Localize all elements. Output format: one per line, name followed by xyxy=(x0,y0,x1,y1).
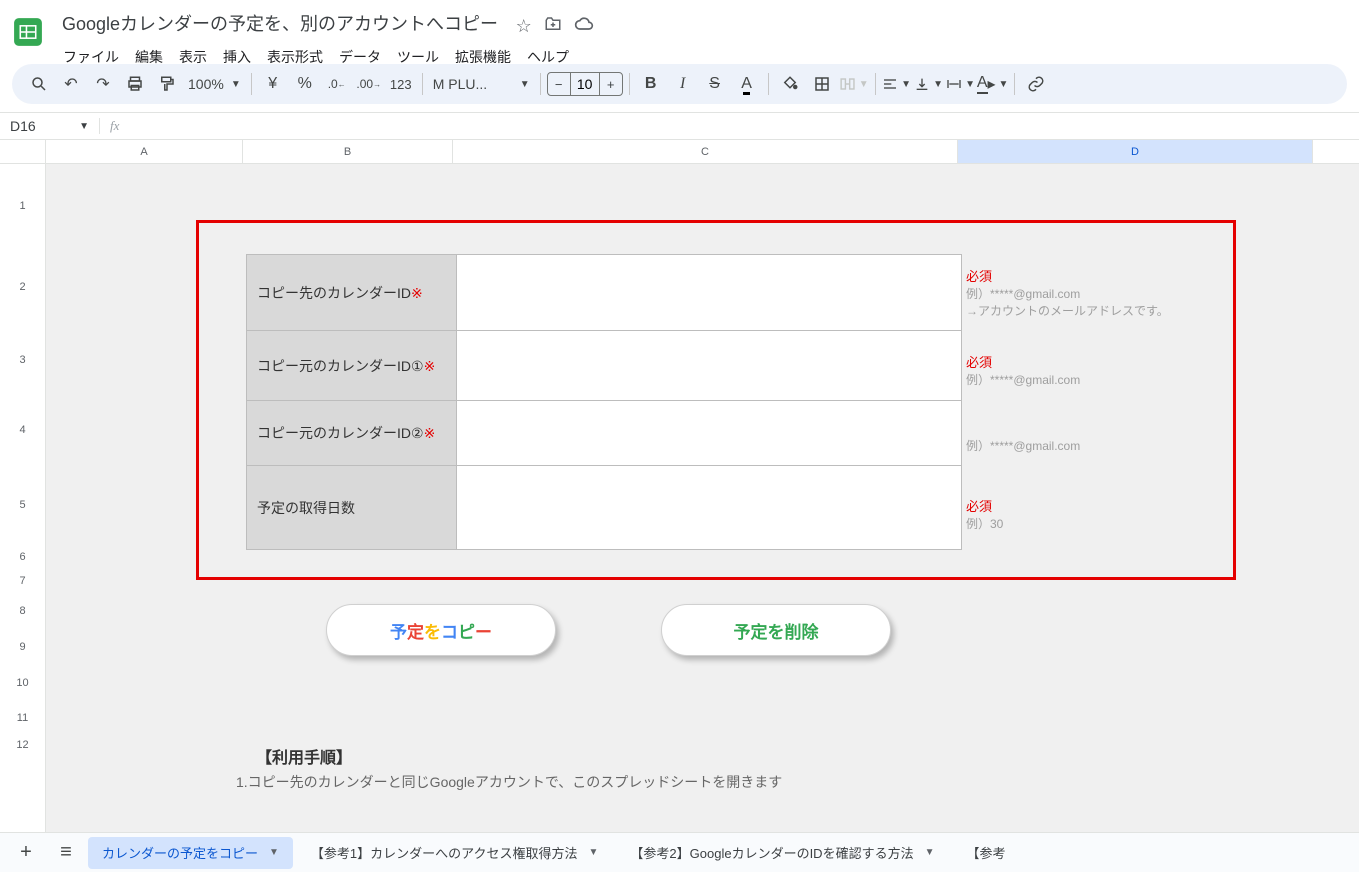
formula-bar: D16▼ fx xyxy=(0,112,1359,140)
usage-heading: 【利用手順】 xyxy=(256,744,352,768)
add-sheet-button[interactable]: + xyxy=(8,837,44,869)
merge-cells-icon[interactable]: ▼ xyxy=(839,69,869,99)
font-size-decrease[interactable]: − xyxy=(548,77,570,92)
font-size-increase[interactable]: + xyxy=(600,77,622,92)
search-icon[interactable] xyxy=(24,69,54,99)
delete-events-button[interactable]: 予定を削除 xyxy=(661,604,891,656)
note-src1: 必須 例）*****@gmail.com xyxy=(966,354,1080,389)
decrease-decimal-icon[interactable]: .0← xyxy=(322,69,352,99)
move-icon[interactable] xyxy=(544,15,562,38)
copy-events-button[interactable]: 予定をコピー xyxy=(326,604,556,656)
sheet-tabs: + ≡ カレンダーの予定をコピー▼ 【参考1】カレンダーへのアクセス権取得方法▼… xyxy=(0,832,1359,872)
format-percent[interactable]: % xyxy=(290,69,320,99)
format-currency[interactable]: ¥ xyxy=(258,69,288,99)
column-header[interactable]: B xyxy=(243,140,453,163)
column-header[interactable]: A xyxy=(46,140,243,163)
halign-icon[interactable]: ▼ xyxy=(882,69,912,99)
row-header[interactable]: 12 xyxy=(0,735,45,755)
row-header[interactable]: 6 xyxy=(0,545,45,569)
sheet-tab-active[interactable]: カレンダーの予定をコピー▼ xyxy=(88,837,293,869)
select-all-corner[interactable] xyxy=(0,140,45,164)
font-family-select[interactable]: M PLU...▼ xyxy=(429,76,534,92)
strikethrough-icon[interactable]: S xyxy=(700,69,730,99)
menu-edit[interactable]: 編集 xyxy=(128,43,170,71)
row-header[interactable]: 9 xyxy=(0,629,45,665)
valign-icon[interactable]: ▼ xyxy=(914,69,944,99)
fill-color-icon[interactable] xyxy=(775,69,805,99)
row-header[interactable]: 11 xyxy=(0,701,45,735)
print-icon[interactable] xyxy=(120,69,150,99)
input-src-calendar-1[interactable] xyxy=(457,331,962,401)
menu-file[interactable]: ファイル xyxy=(56,43,126,71)
insert-link-icon[interactable] xyxy=(1021,69,1051,99)
column-header[interactable]: C xyxy=(453,140,958,163)
borders-icon[interactable] xyxy=(807,69,837,99)
font-size-input[interactable] xyxy=(570,73,600,95)
menu-insert[interactable]: 挿入 xyxy=(216,43,258,71)
sheet-tab-ref3[interactable]: 【参考 xyxy=(952,837,1019,869)
all-sheets-button[interactable]: ≡ xyxy=(48,837,84,869)
paint-format-icon[interactable] xyxy=(152,69,182,99)
menu-view[interactable]: 表示 xyxy=(172,43,214,71)
sheet-tab-ref1[interactable]: 【参考1】カレンダーへのアクセス権取得方法▼ xyxy=(297,837,613,869)
text-color-icon[interactable]: A xyxy=(732,69,762,99)
sheet-tab-ref2[interactable]: 【参考2】GoogleカレンダーのIDを確認する方法▼ xyxy=(616,837,948,869)
name-box[interactable]: D16▼ xyxy=(0,118,100,134)
cloud-status-icon[interactable] xyxy=(574,14,594,39)
row-header[interactable]: 8 xyxy=(0,593,45,629)
row-headers: 1 2 3 4 5 6 7 8 9 10 11 12 xyxy=(0,140,46,832)
doc-title[interactable]: Googleカレンダーの予定を、別のアカウントへコピー xyxy=(56,8,504,38)
titlebar: Googleカレンダーの予定を、別のアカウントへコピー ☆ ファイル 編集 表示… xyxy=(0,0,1359,64)
rotate-icon[interactable]: A▸▼ xyxy=(978,69,1008,99)
column-header[interactable]: D xyxy=(958,140,1313,163)
sheets-logo[interactable] xyxy=(8,12,48,52)
menu-format[interactable]: 表示形式 xyxy=(260,43,330,71)
row-header[interactable]: 7 xyxy=(0,569,45,593)
note-src2: 例）*****@gmail.com xyxy=(966,438,1080,455)
note-dest: 必須 例）*****@gmail.com →アカウントのメールアドレスです。 xyxy=(966,268,1169,320)
label-src-calendar-2: コピー元のカレンダーID②※ xyxy=(247,401,457,466)
label-src-calendar-1: コピー元のカレンダーID①※ xyxy=(247,331,457,401)
column-headers: A B C D xyxy=(46,140,1359,164)
row-header[interactable]: 5 xyxy=(0,465,45,545)
grid: 1 2 3 4 5 6 7 8 9 10 11 12 A B C D コピー先の… xyxy=(0,140,1359,832)
label-days: 予定の取得日数 xyxy=(247,466,457,550)
menu-extensions[interactable]: 拡張機能 xyxy=(448,43,518,71)
menu-help[interactable]: ヘルプ xyxy=(520,43,576,71)
label-dest-calendar: コピー先のカレンダーID※ xyxy=(247,255,457,331)
menu-data[interactable]: データ xyxy=(332,43,388,71)
undo-icon[interactable]: ↶ xyxy=(56,69,86,99)
row-header[interactable]: 10 xyxy=(0,665,45,701)
increase-decimal-icon[interactable]: .00→ xyxy=(354,69,384,99)
star-icon[interactable]: ☆ xyxy=(516,16,532,37)
bold-icon[interactable]: B xyxy=(636,69,666,99)
row-header[interactable]: 3 xyxy=(0,325,45,395)
usage-line: 1.コピー先のカレンダーと同じGoogleアカウントで、このスプレッドシートを開… xyxy=(236,772,782,792)
row-header[interactable]: 1 xyxy=(0,164,45,249)
sheet-canvas[interactable]: コピー先のカレンダーID※ コピー元のカレンダーID①※ コピー元のカレンダーI… xyxy=(46,164,1359,832)
menu-tools[interactable]: ツール xyxy=(390,43,446,71)
input-days[interactable] xyxy=(457,466,962,550)
wrap-icon[interactable]: ▼ xyxy=(946,69,976,99)
row-header[interactable]: 2 xyxy=(0,249,45,325)
italic-icon[interactable]: I xyxy=(668,69,698,99)
config-table: コピー先のカレンダーID※ コピー元のカレンダーID①※ コピー元のカレンダーI… xyxy=(246,254,962,550)
row-header[interactable]: 4 xyxy=(0,395,45,465)
note-days: 必須 例）30 xyxy=(966,498,1003,533)
more-formats[interactable]: 123 xyxy=(386,69,416,99)
fx-icon: fx xyxy=(100,118,129,134)
menubar: ファイル 編集 表示 挿入 表示形式 データ ツール 拡張機能 ヘルプ xyxy=(56,43,594,71)
input-dest-calendar[interactable] xyxy=(457,255,962,331)
font-size[interactable]: − + xyxy=(547,72,623,96)
zoom-select[interactable]: 100%▼ xyxy=(184,76,245,92)
redo-icon[interactable]: ↷ xyxy=(88,69,118,99)
input-src-calendar-2[interactable] xyxy=(457,401,962,466)
